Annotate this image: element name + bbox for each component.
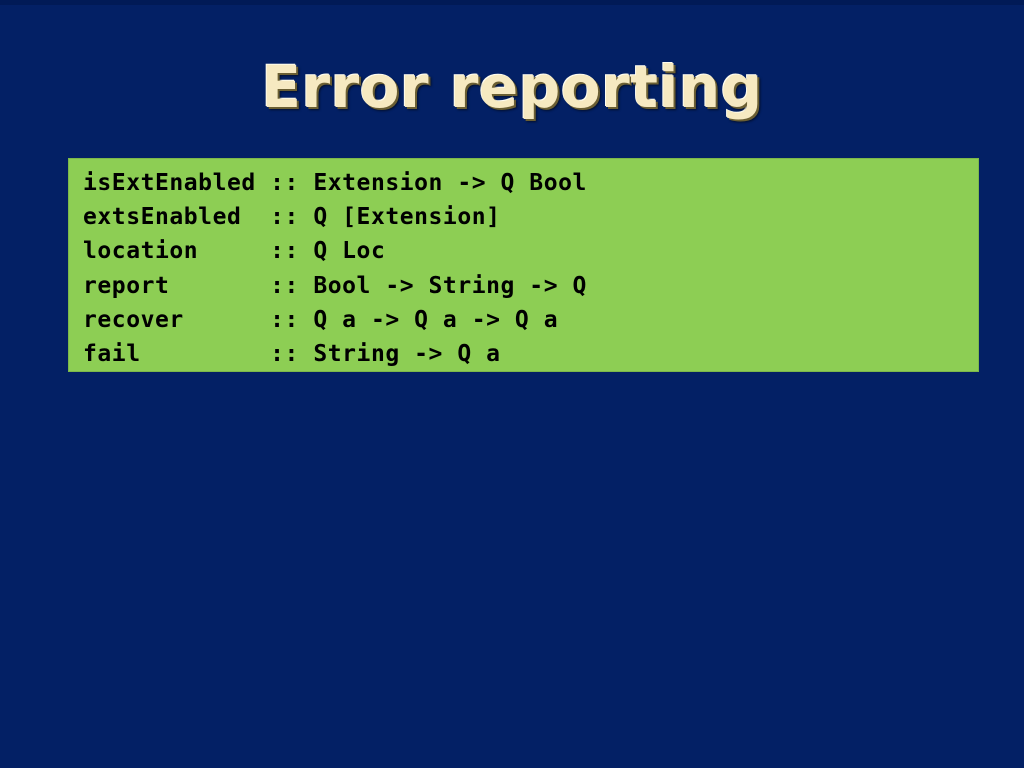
code-line: recover :: Q a -> Q a -> Q a xyxy=(83,306,559,333)
code-block-content: isExtEnabled :: Extension -> Q BoolextsE… xyxy=(83,166,587,371)
page-title: Error reporting xyxy=(261,53,763,121)
code-line: fail :: String -> Q a xyxy=(83,340,501,367)
slide-top-band xyxy=(0,0,1024,5)
slide: Error reporting isExtEnabled :: Extensio… xyxy=(0,0,1024,768)
code-line: report :: Bool -> String -> Q xyxy=(83,272,587,299)
code-line: isExtEnabled :: Extension -> Q Bool xyxy=(83,170,587,196)
code-block-panel: isExtEnabled :: Extension -> Q BoolextsE… xyxy=(68,158,979,372)
code-line: location :: Q Loc xyxy=(83,238,386,265)
code-line: extsEnabled :: Q [Extension] xyxy=(83,204,501,231)
